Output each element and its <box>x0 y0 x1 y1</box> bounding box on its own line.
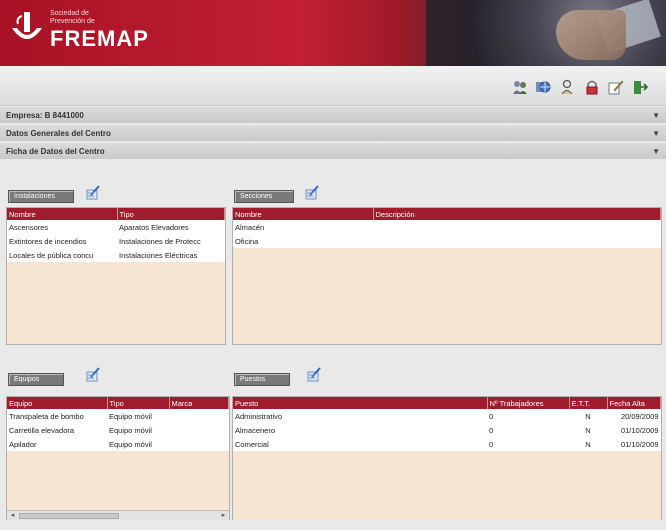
header-photo-hand <box>556 10 626 60</box>
table-cell: Almacén <box>233 220 373 234</box>
column-header[interactable]: Nombre <box>7 208 118 220</box>
edit-icon[interactable] <box>608 79 624 95</box>
fremap-logo-icon <box>10 10 44 50</box>
datos-generales-label: Datos Generales del Centro <box>6 129 111 138</box>
table-cell: 20/09/2009 <box>607 409 661 423</box>
toolbar <box>0 66 666 106</box>
tab-instalaciones[interactable]: Instalaciones <box>8 190 74 203</box>
table-cell: Oficina <box>233 234 373 248</box>
edit-list-icon[interactable] <box>306 366 322 382</box>
table-cell: Apilador <box>7 437 107 451</box>
table-cell: N <box>569 423 607 437</box>
table-row[interactable]: Extintores de incendios Instalaciones de… <box>7 234 225 248</box>
table-cell: Locales de pública concu <box>7 248 117 262</box>
table-cell: N <box>569 409 607 423</box>
table-cell: Transpaleta de bombo <box>7 409 107 423</box>
table-cell: Aparatos Elevadores <box>117 220 225 234</box>
column-header[interactable]: Fecha Alta <box>607 397 661 409</box>
table-row[interactable]: Apilador Equipo móvil <box>7 437 229 451</box>
column-header[interactable]: Marca <box>169 397 229 409</box>
table-cell <box>169 423 229 437</box>
table-cell <box>169 437 229 451</box>
instalaciones-panel: Nombre Tipo Ascensores Aparatos Elevador… <box>6 207 226 345</box>
table-cell: Equipo móvil <box>107 437 169 451</box>
table-cell <box>169 409 229 423</box>
fremap-logo: Sociedad de Prevención de FREMAP <box>10 10 149 51</box>
table-cell: Equipo móvil <box>107 409 169 423</box>
edit-list-icon[interactable] <box>304 184 320 200</box>
table-cell: Carretilla elevadora <box>7 423 107 437</box>
table-cell: 01/10/2009 <box>607 423 661 437</box>
header-photo <box>426 0 666 66</box>
column-header[interactable]: Nombre <box>233 208 374 220</box>
logo-subtitle-1: Sociedad de <box>50 10 89 17</box>
exit-icon[interactable] <box>632 79 649 95</box>
table-row[interactable]: Ascensores Aparatos Elevadores <box>7 220 225 234</box>
logo-brand: FREMAP <box>50 26 149 51</box>
column-header[interactable]: E.T.T. <box>569 397 608 409</box>
lock-icon[interactable] <box>584 79 600 95</box>
table-row[interactable]: Locales de pública concu Instalaciones E… <box>7 248 225 262</box>
ficha-row[interactable]: Ficha de Datos del Centro ▼ <box>0 143 666 160</box>
equipos-table: Equipo Tipo Marca Transpaleta de bombo E… <box>7 397 229 451</box>
column-header[interactable]: Equipo <box>7 397 108 409</box>
table-cell: Ascensores <box>7 220 117 234</box>
user-icon[interactable] <box>559 79 575 95</box>
table-cell <box>373 234 661 248</box>
table-row[interactable]: Transpaleta de bombo Equipo móvil <box>7 409 229 423</box>
table-row[interactable]: Carretilla elevadora Equipo móvil <box>7 423 229 437</box>
expand-arrow-icon[interactable]: ▼ <box>652 107 660 124</box>
footer-strip <box>0 520 666 530</box>
edit-list-icon[interactable] <box>85 184 101 200</box>
equipos-panel: Equipo Tipo Marca Transpaleta de bombo E… <box>6 396 230 522</box>
table-cell: 01/10/2009 <box>607 437 661 451</box>
column-header[interactable]: Descripción <box>373 208 661 220</box>
edit-list-icon[interactable] <box>85 366 101 382</box>
table-cell: Administrativo <box>233 409 487 423</box>
logo-subtitle-2: Prevención de <box>50 18 95 25</box>
table-cell: 0 <box>487 423 569 437</box>
tab-equipos[interactable]: Equipos <box>8 373 64 386</box>
puestos-panel: Puesto Nº Trabajadores E.T.T. Fecha Alta… <box>232 396 662 522</box>
expand-arrow-icon[interactable]: ▼ <box>652 125 660 142</box>
table-row[interactable]: Administrativo 0 N 20/09/2009 <box>233 409 661 423</box>
scrollbar-thumb[interactable] <box>19 513 119 519</box>
table-cell <box>373 220 661 234</box>
column-header[interactable]: Tipo <box>107 397 170 409</box>
tab-secciones[interactable]: Secciones <box>234 190 294 203</box>
empresa-label: Empresa: B 8441000 <box>6 111 84 120</box>
table-row[interactable]: Comercial 0 N 01/10/2009 <box>233 437 661 451</box>
table-cell: Almacenero <box>233 423 487 437</box>
table-cell: Equipo móvil <box>107 423 169 437</box>
puestos-table: Puesto Nº Trabajadores E.T.T. Fecha Alta… <box>233 397 661 451</box>
app-header: Sociedad de Prevención de FREMAP <box>0 0 666 66</box>
column-header[interactable]: Tipo <box>117 208 225 220</box>
expand-arrow-icon[interactable]: ▼ <box>652 143 660 160</box>
secciones-panel: Nombre Descripción Almacén Oficina <box>232 207 662 345</box>
table-cell: 0 <box>487 437 569 451</box>
logo-text: Sociedad de Prevención de FREMAP <box>50 10 149 51</box>
column-header[interactable]: Nº Trabajadores <box>487 397 570 409</box>
table-cell: N <box>569 437 607 451</box>
globe-icon[interactable] <box>535 79 551 95</box>
table-cell: 0 <box>487 409 569 423</box>
people-icon[interactable] <box>512 79 528 95</box>
table-cell: Instalaciones Eléctricas <box>117 248 225 262</box>
scroll-right-icon[interactable]: ▸ <box>219 512 228 520</box>
column-header[interactable]: Puesto <box>233 397 488 409</box>
tab-puestos[interactable]: Puestos <box>234 373 290 386</box>
ficha-label: Ficha de Datos del Centro <box>6 147 105 156</box>
table-cell: Comercial <box>233 437 487 451</box>
scroll-left-icon[interactable]: ◂ <box>8 512 17 520</box>
instalaciones-table: Nombre Tipo Ascensores Aparatos Elevador… <box>7 208 225 262</box>
table-cell: Instalaciones de Protecc <box>117 234 225 248</box>
table-row[interactable]: Almacenero 0 N 01/10/2009 <box>233 423 661 437</box>
datos-generales-row[interactable]: Datos Generales del Centro ▼ <box>0 125 666 142</box>
secciones-table: Nombre Descripción Almacén Oficina <box>233 208 661 248</box>
table-row[interactable]: Almacén <box>233 220 661 234</box>
table-cell: Extintores de incendios <box>7 234 117 248</box>
table-row[interactable]: Oficina <box>233 234 661 248</box>
empresa-row: Empresa: B 8441000 ▼ <box>0 107 666 124</box>
